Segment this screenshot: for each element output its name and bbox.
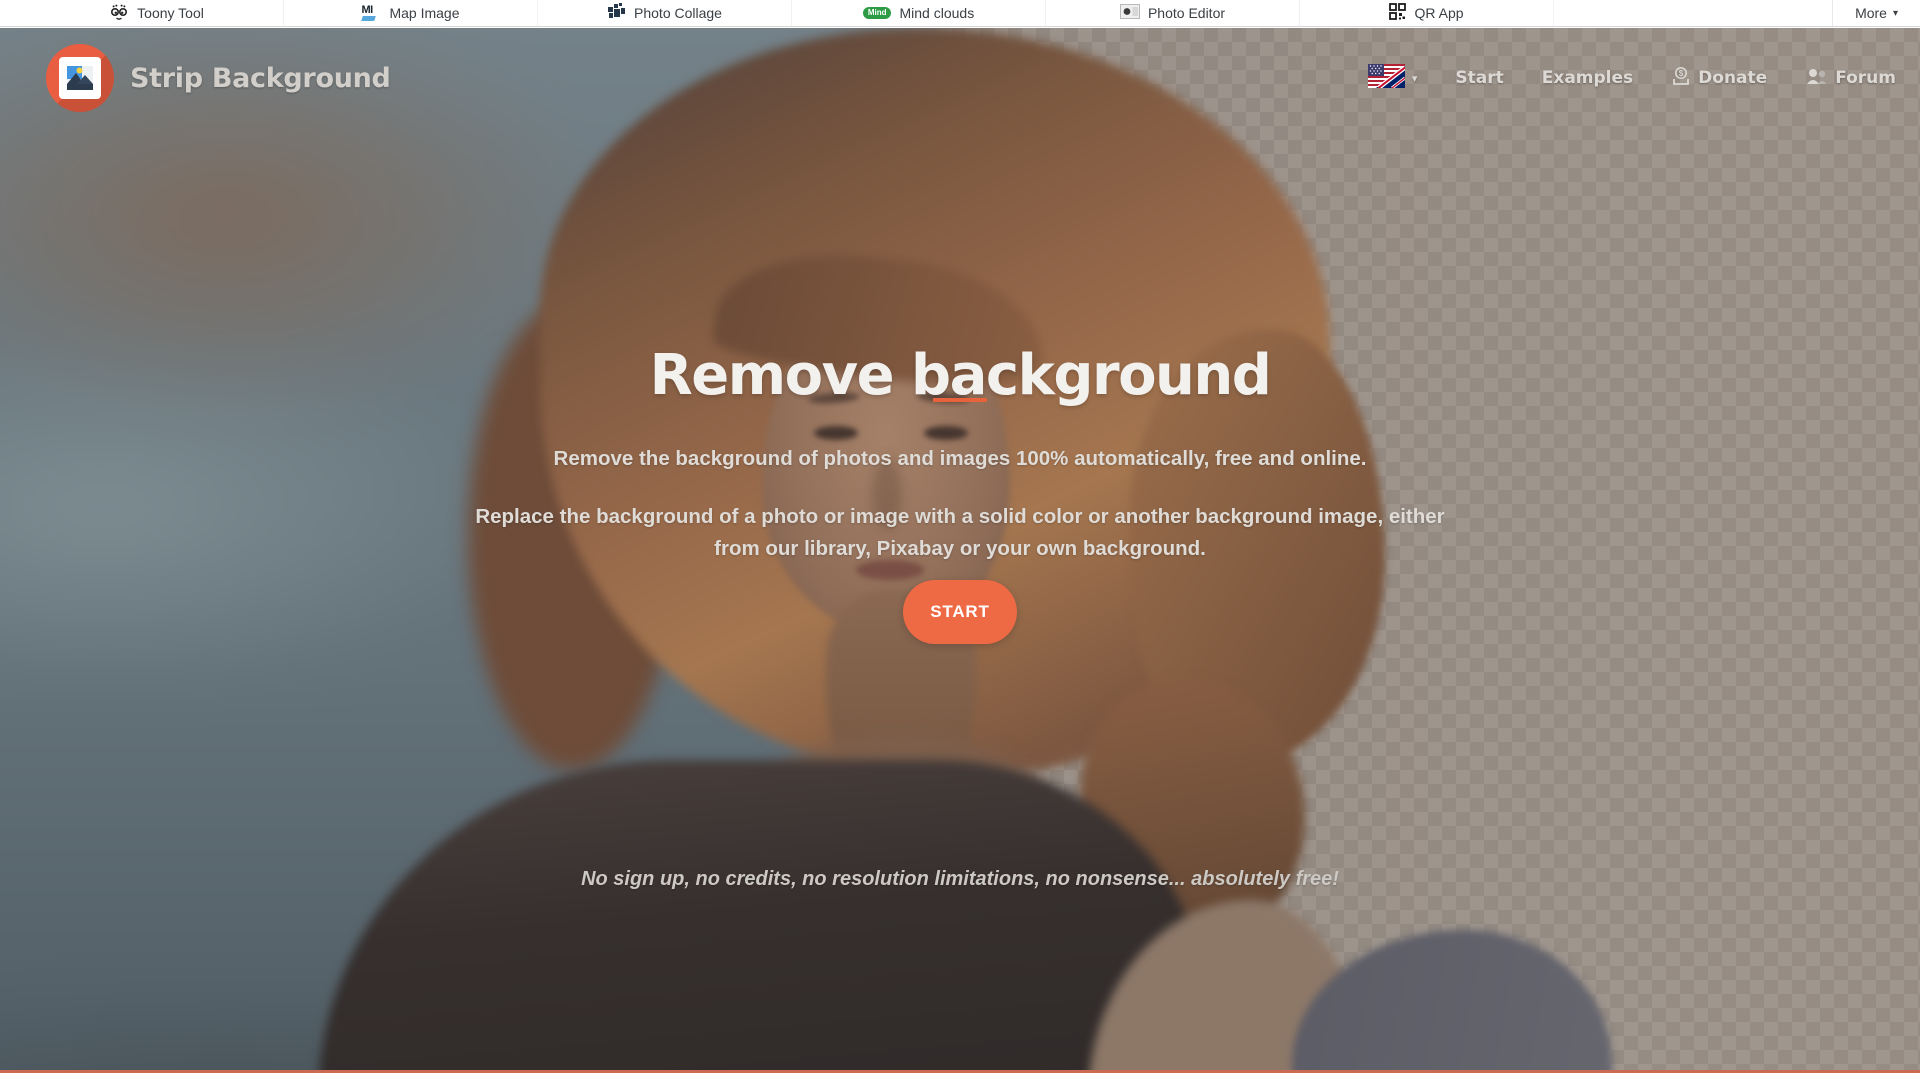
appbar-item-label: QR App bbox=[1414, 5, 1464, 21]
appbar-item-photo-collage[interactable]: Photo Collage bbox=[538, 0, 792, 26]
mind-clouds-icon: Mind bbox=[862, 7, 892, 19]
toony-tool-icon bbox=[109, 3, 129, 23]
appbar-item-label: Photo Editor bbox=[1147, 5, 1226, 21]
appbar-item-label: Toony Tool bbox=[137, 5, 204, 21]
footer-white-strip bbox=[0, 1073, 1920, 1080]
appbar-item-photo-editor[interactable]: Photo Editor bbox=[1046, 0, 1300, 26]
photo-eye-left bbox=[814, 426, 858, 440]
photo-editor-icon bbox=[1119, 4, 1140, 22]
language-selector[interactable]: ▾ bbox=[1367, 63, 1418, 93]
map-image-icon: MI bbox=[361, 4, 381, 22]
nav-forum[interactable]: Forum bbox=[1805, 67, 1896, 90]
chevron-down-icon: ▾ bbox=[1892, 7, 1898, 19]
logo-image-icon bbox=[59, 57, 101, 99]
appbar-item-toony-tool[interactable]: Toony Tool bbox=[30, 0, 284, 26]
nav-donate[interactable]: $ Donate bbox=[1671, 66, 1767, 91]
donate-icon: $ bbox=[1671, 66, 1691, 91]
photo-lips bbox=[856, 560, 924, 580]
hero-section: Strip Background ▾ Start Examples $ Dona… bbox=[0, 28, 1920, 1070]
appbar-item-label: Mind clouds bbox=[899, 5, 975, 21]
nav-examples[interactable]: Examples bbox=[1542, 68, 1633, 88]
start-button[interactable]: START bbox=[903, 580, 1017, 644]
forum-people-icon bbox=[1805, 67, 1828, 90]
app-switcher-bar: Toony Tool MI Map Image Photo Collage Mi… bbox=[0, 0, 1920, 27]
appbar-more-menu[interactable]: More ▾ bbox=[1832, 0, 1920, 26]
qr-code-icon bbox=[1389, 3, 1407, 23]
site-logo[interactable] bbox=[46, 44, 114, 112]
photo-nose bbox=[872, 458, 902, 530]
page: Toony Tool MI Map Image Photo Collage Mi… bbox=[0, 0, 1920, 1080]
nav-start[interactable]: Start bbox=[1455, 68, 1503, 88]
appbar-item-mind-clouds[interactable]: Mind Mind clouds bbox=[792, 0, 1046, 26]
svg-text:$: $ bbox=[1679, 68, 1684, 77]
english-flag-icon bbox=[1367, 63, 1407, 93]
brand-title[interactable]: Strip Background bbox=[130, 63, 391, 94]
photo-collage-icon bbox=[607, 2, 626, 24]
main-nav: ▾ Start Examples $ Donate Forum bbox=[1367, 63, 1896, 93]
photo-eye-right bbox=[924, 426, 968, 440]
appbar-item-label: Photo Collage bbox=[634, 5, 722, 21]
appbar-item-map-image[interactable]: MI Map Image bbox=[284, 0, 538, 26]
appbar-item-label: Map Image bbox=[389, 5, 460, 21]
photo-shoulder bbox=[1292, 930, 1612, 1070]
appbar-item-qr-app[interactable]: QR App bbox=[1300, 0, 1554, 26]
site-header: Strip Background ▾ Start Examples $ Dona… bbox=[0, 28, 1920, 128]
chevron-down-icon: ▾ bbox=[1411, 72, 1418, 85]
hero-photo-woman bbox=[0, 28, 1920, 1070]
